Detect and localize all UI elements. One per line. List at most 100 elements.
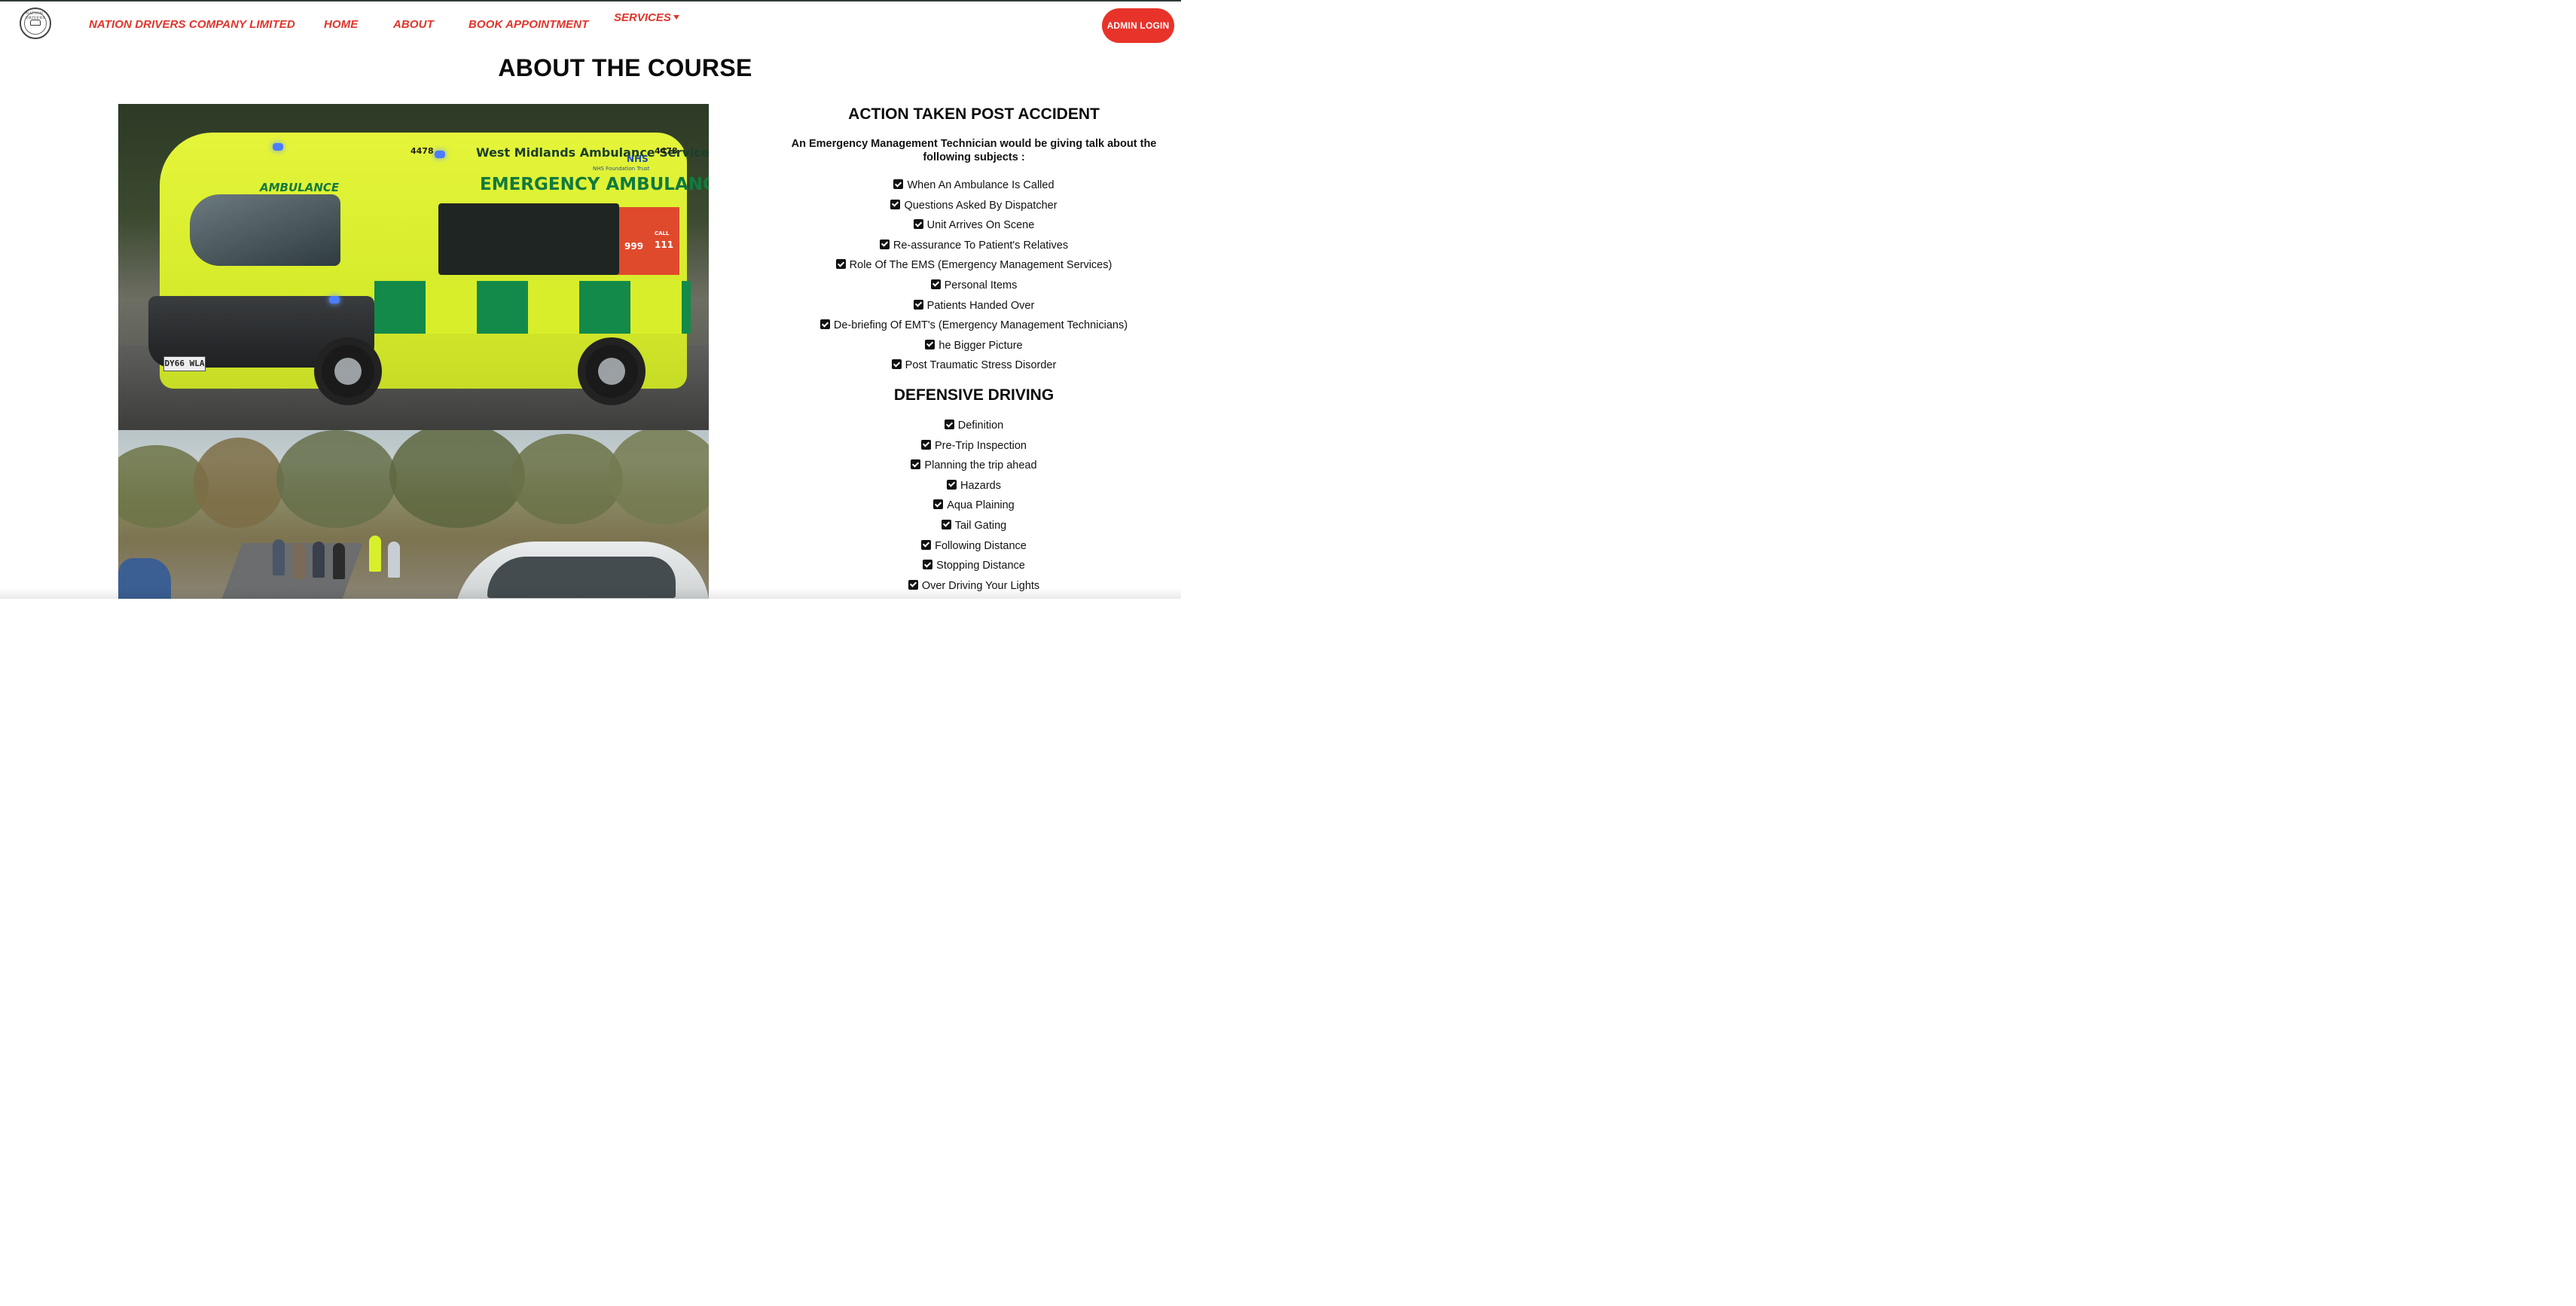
blue-light-icon <box>329 296 340 304</box>
check-square-icon <box>944 420 954 429</box>
check-square-icon <box>835 259 846 270</box>
check-square-icon <box>923 560 933 570</box>
list-item-text: Re-assurance To Patient's Relatives <box>893 239 1069 252</box>
person <box>388 542 400 578</box>
list-item: Definition <box>768 417 1180 438</box>
list-item: Personal Items <box>768 277 1180 298</box>
admin-login-button[interactable]: ADMIN LOGIN <box>1102 8 1174 43</box>
ambulance-front-label: AMBULANCE <box>260 181 340 194</box>
caret-down-icon <box>673 15 679 20</box>
list-item-text: Following Distance <box>935 539 1027 552</box>
tree <box>194 438 284 528</box>
list-item: Post Traumatic Stress Disorder <box>768 357 1180 377</box>
check-square-icon <box>921 439 932 450</box>
section-subtitle: An Emergency Management Technician would… <box>791 138 1157 163</box>
check-square-icon <box>891 359 902 370</box>
ambulance-fleet-number-rear: 4478 <box>655 146 678 156</box>
person-hi-vis <box>369 536 381 572</box>
nav-services-dropdown[interactable]: SERVICES <box>614 11 679 24</box>
check-square-icon <box>933 499 944 510</box>
company-logo[interactable]: NATION DRIVERS <box>20 8 51 39</box>
check-square-icon <box>911 459 921 470</box>
list-item: Role Of The EMS (Emergency Management Se… <box>768 257 1180 277</box>
list-item-text: Patients Handed Over <box>926 299 1035 312</box>
list-item-text: Hazards <box>960 479 1001 492</box>
ambulance-call-label: CALL <box>655 230 670 236</box>
list-item: Pre-Trip Inspection <box>768 438 1180 458</box>
nav-home-link[interactable]: HOME <box>324 18 358 31</box>
section-title-defensive-driving: DEFENSIVE DRIVING <box>893 386 1055 404</box>
list-item-text: Unit Arrives On Scene <box>926 219 1035 232</box>
list-item-text: Questions Asked By Dispatcher <box>904 199 1058 212</box>
number-plate: DY66 WLA <box>163 356 206 371</box>
list-item-text: Pre-Trip Inspection <box>935 439 1027 452</box>
nhs-trust-text: NHS Foundation Trust <box>593 166 650 172</box>
battenburg-stripe <box>374 281 691 334</box>
course-images: DY66 WLA West Midlands Ambulance Service… <box>118 104 709 599</box>
navbar: NATION DRIVERS NATION DRIVERS COMPANY LI… <box>0 2 1181 47</box>
nav-brand-link[interactable]: NATION DRIVERS COMPANY LIMITED <box>89 18 295 31</box>
list-item: De-briefing Of EMT's (Emergency Manageme… <box>768 317 1180 337</box>
section-title-post-accident: ACTION TAKEN POST ACCIDENT <box>848 105 1100 123</box>
defensive-driving-list: Definition Pre-Trip Inspection Planning … <box>768 417 1180 597</box>
logo-car-icon <box>30 20 41 26</box>
list-item: Patients Handed Over <box>768 298 1180 318</box>
page-title: ABOUT THE COURSE <box>498 54 752 81</box>
check-square-icon <box>921 539 932 550</box>
check-square-icon <box>941 519 951 529</box>
check-square-icon <box>925 339 935 349</box>
list-item: Questions Asked By Dispatcher <box>768 197 1180 218</box>
person <box>333 543 345 579</box>
tree <box>608 430 709 524</box>
check-square-icon <box>879 239 890 249</box>
list-item-text: De-briefing Of EMT's (Emergency Manageme… <box>833 319 1128 332</box>
rear-wheel <box>578 337 646 405</box>
list-item: he Bigger Picture <box>768 337 1180 358</box>
list-item: Planning the trip ahead <box>768 457 1180 478</box>
blue-light-icon <box>273 143 283 151</box>
list-item-text: Post Traumatic Stress Disorder <box>905 359 1057 372</box>
tree <box>276 430 397 528</box>
check-square-icon <box>890 199 901 209</box>
list-item-text: he Bigger Picture <box>939 339 1023 352</box>
tree <box>510 434 623 524</box>
list-item: When An Ambulance Is Called <box>768 177 1180 197</box>
nav-services-label: SERVICES <box>614 11 671 24</box>
nav-book-appointment-link[interactable]: BOOK APPOINTMENT <box>469 18 588 31</box>
list-item: Hazards <box>768 478 1180 498</box>
ambulance-side-label: EMERGENCY AMBULANCE <box>480 175 709 194</box>
person <box>313 542 325 578</box>
front-wheel <box>314 337 382 405</box>
bottom-shadow <box>0 587 1181 599</box>
tree <box>389 430 525 528</box>
ambulance-windshield <box>190 194 340 266</box>
check-square-icon <box>913 219 923 230</box>
list-item-text: Role Of The EMS (Emergency Management Se… <box>849 259 1113 272</box>
list-item: Unit Arrives On Scene <box>768 217 1180 237</box>
ambulance-side-windows <box>438 203 619 275</box>
nhs-logo: NHS <box>627 154 649 164</box>
list-item: Aqua Plaining <box>768 497 1180 517</box>
check-square-icon <box>819 319 830 330</box>
ambulance-photo: DY66 WLA West Midlands Ambulance Service… <box>118 104 709 430</box>
list-item: Re-assurance To Patient's Relatives <box>768 237 1180 258</box>
accident-scene-photo <box>118 430 709 599</box>
ambulance-111-text: 111 <box>655 240 674 250</box>
ambulance-fleet-number: 4478 <box>411 146 434 156</box>
list-item-text: Personal Items <box>944 279 1018 291</box>
blue-light-icon <box>435 151 445 158</box>
person <box>273 539 285 575</box>
nav-about-link[interactable]: ABOUT <box>393 18 434 31</box>
check-square-icon <box>947 479 957 490</box>
list-item-text: Tail Gating <box>954 519 1007 532</box>
list-item-text: Planning the trip ahead <box>924 459 1037 472</box>
list-item: Following Distance <box>768 538 1180 558</box>
list-item-text: Aqua Plaining <box>947 499 1015 512</box>
check-square-icon <box>930 279 941 289</box>
check-square-icon <box>893 179 904 189</box>
check-square-icon <box>913 299 923 310</box>
list-item-text: When An Ambulance Is Called <box>907 179 1055 191</box>
person <box>293 543 305 579</box>
post-accident-list: When An Ambulance Is Called Questions As… <box>768 177 1180 377</box>
list-item-text: Definition <box>957 420 1004 432</box>
